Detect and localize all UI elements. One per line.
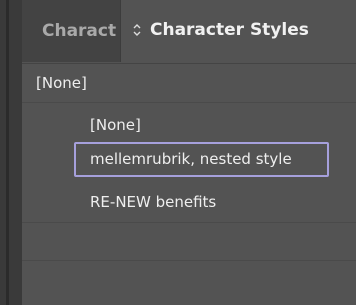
tab-character-styles[interactable]: Character Styles xyxy=(121,0,356,62)
gutter-edge xyxy=(6,0,9,305)
style-list-root[interactable]: [None] xyxy=(22,64,356,102)
panel-tab-bar: Charact Character Styles xyxy=(22,0,356,62)
character-styles-panel: Charact Character Styles [None] [None] m… xyxy=(22,0,356,305)
style-item-renew-benefits[interactable]: RE-NEW benefits xyxy=(22,183,356,221)
style-item-none[interactable]: [None] xyxy=(22,106,356,144)
chevron-updown-icon xyxy=(133,24,141,36)
tab-character-label: Charact xyxy=(42,21,117,41)
style-item-label: mellemrubrik, nested style xyxy=(90,150,292,168)
tab-character-styles-label: Character Styles xyxy=(150,20,309,40)
row-divider xyxy=(22,260,356,261)
style-item-label: RE-NEW benefits xyxy=(90,193,217,211)
row-divider xyxy=(22,222,356,223)
row-divider xyxy=(22,102,356,103)
left-gutter xyxy=(0,0,22,305)
style-root-label: [None] xyxy=(36,74,87,92)
style-item-label: [None] xyxy=(90,116,141,134)
style-item-mellemrubrik[interactable]: mellemrubrik, nested style xyxy=(22,141,356,179)
tab-character[interactable]: Charact xyxy=(22,0,120,62)
